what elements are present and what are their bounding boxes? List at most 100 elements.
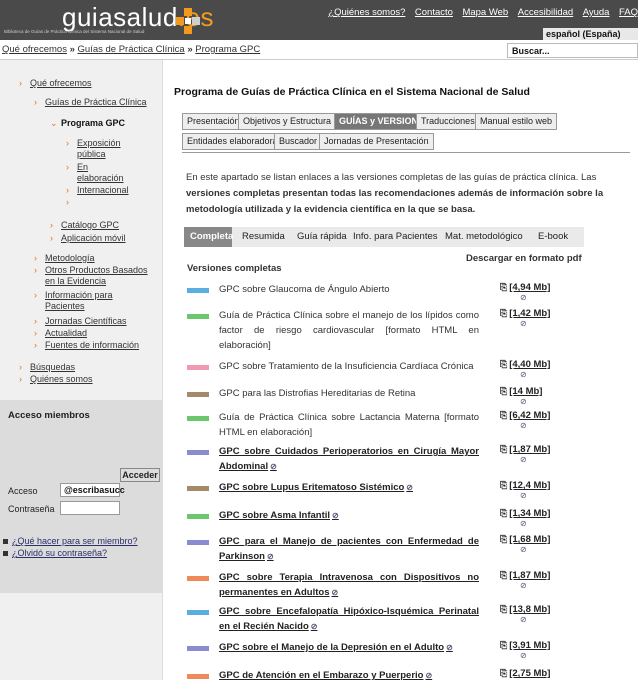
external-link-icon[interactable]: ⊘ xyxy=(520,455,527,464)
pdf-size[interactable]: [1,87 Mb] xyxy=(509,570,550,581)
sidebar-item-guias[interactable]: › Guías de Práctica Clínica xyxy=(34,97,147,108)
subtab-completa[interactable]: Completa xyxy=(184,227,233,247)
link-be-member[interactable]: ¿Qué hacer para ser miembro? xyxy=(3,536,138,546)
subtab-info-pacientes[interactable]: Info. para Pacientes xyxy=(347,227,444,247)
access-field[interactable]: @escribasucc xyxy=(60,483,125,497)
pdf-download-link[interactable]: ⎘ [6,42 Mb] xyxy=(500,410,550,421)
external-link-icon[interactable]: ⊘ xyxy=(520,651,527,660)
sidebar-item-busquedas[interactable]: › Búsquedas xyxy=(19,362,75,373)
external-link-icon[interactable]: ⊘ xyxy=(520,581,527,590)
link-forgot-password[interactable]: ¿Olvidó su contraseña? xyxy=(2,548,107,558)
guide-title-text[interactable]: GPC sobre Cuidados Perioperatorios en Ci… xyxy=(219,446,479,472)
breadcrumb-que-ofrecemos[interactable]: Qué ofrecemos xyxy=(2,44,67,55)
guide-title-text[interactable]: GPC sobre Encefalopatía Hipóxico-Isquémi… xyxy=(219,606,479,632)
tab-traducciones[interactable]: Traducciones xyxy=(416,113,480,130)
external-link-icon[interactable]: ⊘ xyxy=(332,511,339,520)
sidebar-item-jornadas[interactable]: › Jornadas Científicas xyxy=(34,316,127,327)
pdf-size[interactable]: [14 Mb] xyxy=(509,386,542,397)
guide-title-text[interactable]: GPC sobre Terapia Intravenosa con Dispos… xyxy=(219,572,479,598)
external-link-icon[interactable]: ⊘ xyxy=(520,421,527,430)
pdf-download-link[interactable]: ⎘ [3,91 Mb] xyxy=(500,640,550,651)
tab-presentacion[interactable]: Presentación xyxy=(182,113,245,130)
pdf-size[interactable]: [1,42 Mb] xyxy=(509,308,550,319)
guide-title-text[interactable]: GPC para el Manejo de pacientes con Enfe… xyxy=(219,536,479,562)
pdf-download-link[interactable]: ⎘ [1,34 Mb] xyxy=(500,508,550,519)
pdf-download-link[interactable]: ⎘ [1,42 Mb] xyxy=(500,308,550,319)
breadcrumb-programa-gpc[interactable]: Programa GPC xyxy=(195,44,260,55)
sidebar-item-en-elaboracion[interactable]: › En elaboración xyxy=(66,162,137,184)
guide-title[interactable]: GPC de Atención en el Embarazo y Puerper… xyxy=(219,668,479,680)
pdf-size[interactable]: [13,8 Mb] xyxy=(509,604,550,615)
external-link-icon[interactable]: ⊘ xyxy=(520,293,527,302)
external-link-icon[interactable]: ⊘ xyxy=(520,370,527,379)
tab-jornadas[interactable]: Jornadas de Presentación xyxy=(319,133,434,150)
external-link-icon[interactable]: ⊘ xyxy=(425,671,432,680)
subtab-ebook[interactable]: E-book xyxy=(532,227,574,247)
pdf-size[interactable]: [12,4 Mb] xyxy=(509,480,550,491)
tab-buscador[interactable]: Buscador xyxy=(274,133,323,150)
guide-title[interactable]: GPC sobre Lupus Eritematoso Sistémico ⊘ xyxy=(219,480,479,495)
external-link-icon[interactable]: ⊘ xyxy=(520,397,527,406)
external-link-icon[interactable]: ⊘ xyxy=(520,519,527,528)
external-link-icon[interactable]: ⊘ xyxy=(406,483,413,492)
external-link-icon[interactable]: ⊘ xyxy=(270,462,277,471)
pdf-download-link[interactable]: ⎘ [1,87 Mb] xyxy=(500,444,550,455)
guide-title-text[interactable]: GPC sobre el Manejo de la Depresión en e… xyxy=(219,642,444,653)
pdf-size[interactable]: [4,40 Mb] xyxy=(509,359,550,370)
sidebar-item-quienes-somos[interactable]: › Quiénes somos xyxy=(19,374,93,385)
subtab-resumida[interactable]: Resumida xyxy=(236,227,291,247)
external-link-icon[interactable]: ⊘ xyxy=(520,545,527,554)
tab-objetivos[interactable]: Objetivos y Estructura xyxy=(238,113,337,130)
guide-title-text[interactable]: GPC sobre Lupus Eritematoso Sistémico xyxy=(219,482,404,493)
sidebar-item-aplicacion-movil[interactable]: › Aplicación móvil xyxy=(50,233,126,244)
pdf-size[interactable]: [3,91 Mb] xyxy=(509,640,550,651)
pdf-size[interactable]: [1,34 Mb] xyxy=(509,508,550,519)
pdf-size[interactable]: [6,42 Mb] xyxy=(509,410,550,421)
pdf-download-link[interactable]: ⎘ [4,94 Mb] xyxy=(500,282,550,293)
breadcrumb-guias[interactable]: Guías de Práctica Clínica xyxy=(78,44,185,55)
guide-title[interactable]: GPC sobre Asma Infantil ⊘ xyxy=(219,508,479,523)
pdf-download-link[interactable]: ⎘ [14 Mb] xyxy=(500,386,542,397)
sidebar-item-fuentes[interactable]: › Fuentes de información xyxy=(34,340,139,351)
pdf-size[interactable]: [2,75 Mb] xyxy=(509,668,550,679)
tab-manual[interactable]: Manual estilo web xyxy=(475,113,558,130)
external-link-icon[interactable]: ⊘ xyxy=(267,552,274,561)
external-link-icon[interactable]: ⊘ xyxy=(446,643,453,652)
guide-title-text[interactable]: GPC de Atención en el Embarazo y Puerper… xyxy=(219,670,423,680)
pdf-download-link[interactable]: ⎘ [1,68 Mb] xyxy=(500,534,550,545)
pdf-download-link[interactable]: ⎘ [4,40 Mb] xyxy=(500,359,550,370)
subtab-mat-metodologico[interactable]: Mat. metodológico xyxy=(439,227,529,247)
sidebar-item-info-pacientes[interactable]: › Información para Pacientes xyxy=(34,290,140,312)
link-accesibilidad[interactable]: Accesibilidad xyxy=(518,7,573,18)
sidebar-item-metodologia[interactable]: › Metodología xyxy=(34,253,95,264)
sidebar-item-programa-gpc[interactable]: ⌄ Programa GPC xyxy=(50,118,125,129)
external-link-icon[interactable]: ⊘ xyxy=(520,491,527,500)
external-link-icon[interactable]: ⊘ xyxy=(311,622,318,631)
sidebar-item-otros-productos[interactable]: › Otros Productos Basados en la Evidencia xyxy=(34,265,150,287)
link-faq[interactable]: FAQ xyxy=(619,7,638,18)
guide-title[interactable]: GPC sobre Encefalopatía Hipóxico-Isquémi… xyxy=(219,604,479,634)
password-field[interactable] xyxy=(60,501,120,515)
sidebar-item-que-ofrecemos[interactable]: › Qué ofrecemos xyxy=(19,78,92,89)
external-link-icon[interactable]: ⊘ xyxy=(520,319,527,328)
pdf-download-link[interactable]: ⎘ [1,87 Mb] xyxy=(500,570,550,581)
pdf-size[interactable]: [1,68 Mb] xyxy=(509,534,550,545)
guide-title[interactable]: GPC sobre el Manejo de la Depresión en e… xyxy=(219,640,479,655)
sidebar-item-catalogo[interactable]: › Catálogo GPC xyxy=(50,220,119,231)
guide-title[interactable]: GPC sobre Terapia Intravenosa con Dispos… xyxy=(219,570,479,600)
pdf-download-link[interactable]: ⎘ [12,4 Mb] xyxy=(500,480,550,491)
language-selector[interactable]: español (España) xyxy=(543,28,638,40)
external-link-icon[interactable]: ⊘ xyxy=(520,615,527,624)
pdf-size[interactable]: [1,87 Mb] xyxy=(509,444,550,455)
acceder-button[interactable]: Acceder xyxy=(120,468,160,482)
external-link-icon[interactable]: ⊘ xyxy=(332,588,339,597)
pdf-download-link[interactable]: ⎘ [13,8 Mb] xyxy=(500,604,550,615)
guide-title-text[interactable]: GPC sobre Asma Infantil xyxy=(219,510,330,521)
guide-title[interactable]: GPC para el Manejo de pacientes con Enfe… xyxy=(219,534,479,564)
sidebar-item-internacional[interactable]: › Internacional xyxy=(66,185,129,196)
pdf-size[interactable]: [4,94 Mb] xyxy=(509,282,550,293)
guide-title[interactable]: GPC sobre Cuidados Perioperatorios en Ci… xyxy=(219,444,479,474)
link-quienes-somos[interactable]: ¿Quiénes somos? xyxy=(328,7,405,18)
tab-entidades[interactable]: Entidades elaboradoras xyxy=(182,133,288,150)
link-mapa-web[interactable]: Mapa Web xyxy=(462,7,508,18)
